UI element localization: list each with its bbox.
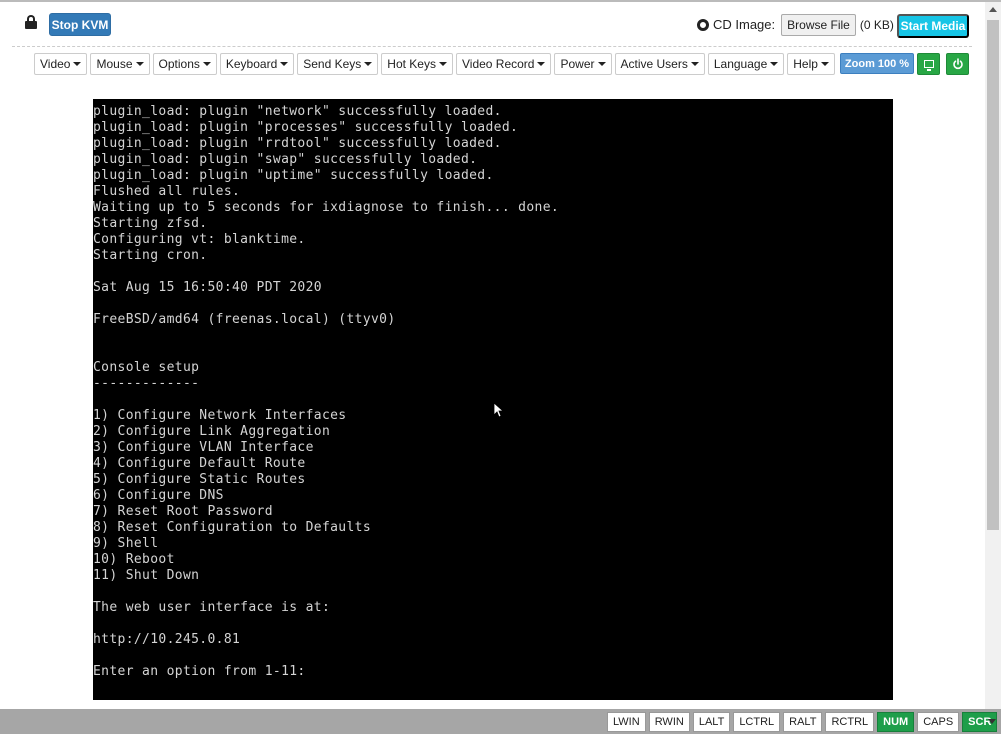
menu-language[interactable]: Language [707, 53, 785, 75]
menu-help[interactable]: Help [787, 53, 835, 75]
cd-image-label: CD Image: [713, 17, 776, 32]
caret-down-icon [537, 62, 546, 66]
key-caps[interactable]: CAPS [917, 712, 960, 732]
power-button[interactable] [946, 53, 969, 75]
console-line: Flushed all rules. [93, 184, 241, 199]
mouse-cursor-icon [493, 402, 503, 418]
toolbar-divider [12, 46, 972, 47]
console-line: http://10.245.0.81 [93, 632, 241, 647]
menu-keyboard[interactable]: Keyboard [219, 53, 295, 75]
console-line: 5) Configure Static Routes [93, 472, 306, 487]
console-line: plugin_load: plugin "rrdtool" successful… [93, 136, 502, 151]
console-line: FreeBSD/amd64 (freenas.local) (ttyv0) [93, 312, 396, 327]
stop-kvm-button[interactable]: Stop KVM [49, 13, 111, 36]
key-lalt[interactable]: LALT [692, 712, 731, 732]
monitor-icon [923, 60, 934, 71]
console-line: plugin_load: plugin "uptime" successfull… [93, 168, 494, 183]
console-line: ------------- [93, 376, 200, 391]
monitor-button[interactable] [917, 53, 940, 75]
console-line: plugin_load: plugin "processes" successf… [93, 120, 519, 135]
key-rctrl[interactable]: RCTRL [825, 712, 875, 732]
console-line: 7) Reset Root Password [93, 504, 273, 519]
menu-send-keys[interactable]: Send Keys [297, 53, 379, 75]
console-line: 4) Configure Default Route [93, 456, 306, 471]
cd-disc-icon [697, 18, 709, 31]
caret-down-icon [135, 62, 144, 66]
console-line: 1) Configure Network Interfaces [93, 408, 347, 423]
key-ralt[interactable]: RALT [783, 712, 823, 732]
console-line: Waiting up to 5 seconds for ixdiagnose t… [93, 200, 560, 215]
console-output: plugin_load: plugin "network" successful… [93, 104, 559, 680]
browse-file-button[interactable]: Browse File [781, 13, 856, 36]
key-lwin[interactable]: LWIN [607, 712, 646, 732]
scroll-up-arrow-icon[interactable] [989, 7, 997, 12]
caret-down-icon [73, 62, 82, 66]
console-line: Sat Aug 15 16:50:40 PDT 2020 [93, 280, 322, 295]
vertical-scrollbar[interactable] [985, 2, 1001, 709]
caret-down-icon [280, 62, 289, 66]
console-line: Configuring vt: blanktime. [93, 232, 306, 247]
caret-down-icon [820, 62, 829, 66]
caret-down-icon [597, 62, 606, 66]
menu-power[interactable]: Power [554, 53, 612, 75]
console-line: The web user interface is at: [93, 600, 331, 615]
menu-bar: Video Mouse Options Keyboard Send Keys H… [34, 53, 835, 75]
cd-image-group: CD Image: Browse File (0 KB) [697, 13, 894, 36]
kvm-page: Stop KVM CD Image: Browse File (0 KB) St… [0, 2, 985, 709]
console-line: plugin_load: plugin "network" successful… [93, 104, 502, 119]
file-size-label: (0 KB) [859, 17, 894, 32]
key-num[interactable]: NUM [877, 712, 915, 732]
status-bar: LWIN RWIN LALT LCTRL RALT RCTRL NUM CAPS SCR [0, 709, 1001, 734]
caret-down-icon [770, 62, 779, 66]
console-line: Enter an option from 1-11: [93, 664, 306, 679]
caret-down-icon [438, 62, 447, 66]
kvm-console-screen[interactable]: plugin_load: plugin "network" successful… [93, 99, 893, 700]
console-line: 2) Configure Link Aggregation [93, 424, 331, 439]
console-line: Console setup [93, 360, 200, 375]
console-line: plugin_load: plugin "swap" successfully … [93, 152, 478, 167]
console-line: 9) Shell [93, 536, 159, 551]
console-line: 8) Reset Configuration to Defaults [93, 520, 372, 535]
power-icon [952, 58, 963, 70]
console-line: 3) Configure VLAN Interface [93, 440, 314, 455]
menu-mouse[interactable]: Mouse [90, 53, 150, 75]
menu-hot-keys[interactable]: Hot Keys [381, 53, 453, 75]
caret-down-icon [690, 62, 699, 66]
menu-video-record[interactable]: Video Record [455, 53, 552, 75]
console-line: 11) Shut Down [93, 568, 200, 583]
console-line: 10) Reboot [93, 552, 175, 567]
console-line: Starting zfsd. [93, 216, 208, 231]
console-line: 6) Configure DNS [93, 488, 224, 503]
menu-options[interactable]: Options [152, 53, 217, 75]
key-lctrl[interactable]: LCTRL [733, 712, 781, 732]
lock-icon [25, 15, 37, 29]
scrollbar-thumb[interactable] [987, 20, 999, 530]
keyboard-status-keys: LWIN RWIN LALT LCTRL RALT RCTRL NUM CAPS SCR [607, 712, 998, 732]
zoom-button[interactable]: Zoom 100 % [840, 53, 914, 74]
caret-down-icon [364, 62, 373, 66]
key-rwin[interactable]: RWIN [648, 712, 690, 732]
menu-active-users[interactable]: Active Users [614, 53, 705, 75]
console-line: Starting cron. [93, 248, 208, 263]
top-toolbar: Stop KVM CD Image: Browse File (0 KB) St… [0, 2, 985, 46]
scroll-down-arrow-icon[interactable] [988, 719, 996, 724]
start-media-button[interactable]: Start Media [897, 14, 969, 38]
menu-video[interactable]: Video [34, 53, 88, 75]
caret-down-icon [202, 62, 211, 66]
